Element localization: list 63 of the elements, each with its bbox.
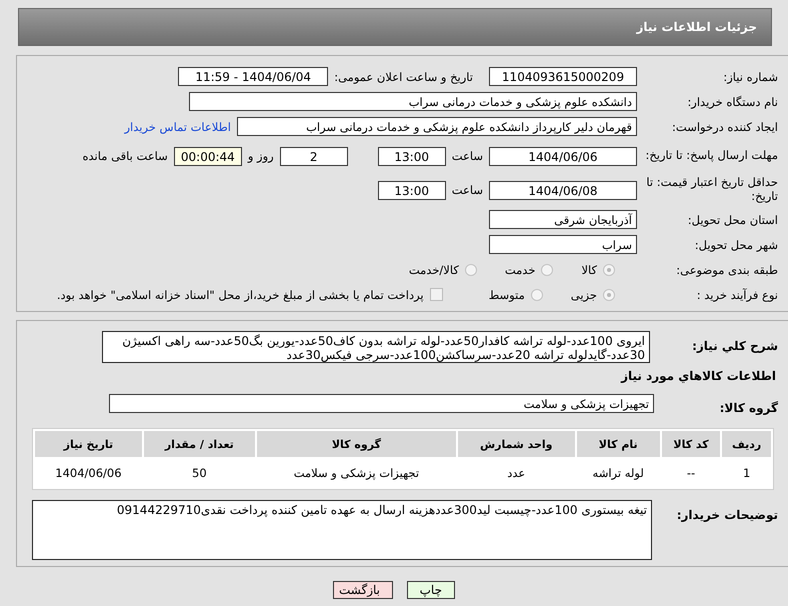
deadline-date-field: 1404/06/06	[489, 146, 637, 166]
buyer-notes-textarea[interactable]: تیغه بیستوری 100عدد-چیسبت لید300عددهزینه ارسال به عهده تامین کننده پرداخت نقدی09144229710	[32, 500, 652, 560]
page-title: جزئیات اطلاعات نیاز	[636, 20, 757, 34]
announce-date-field: 1404/06/04 - 11:59	[178, 67, 328, 86]
column-header: کد کالا	[662, 431, 720, 457]
radio-label: جزیی	[570, 288, 597, 302]
column-header: تاریخ نیاز	[35, 431, 142, 457]
field-label: ساعت باقی مانده	[82, 149, 168, 163]
validity-time-field: 13:00	[378, 180, 446, 200]
print-button[interactable]: چاپ	[407, 581, 455, 599]
column-header: ردیف	[722, 431, 771, 457]
table-cell-text: عدد	[506, 464, 526, 482]
column-header: نام کالا	[576, 431, 660, 457]
radio-label: کالا/خدمت	[408, 262, 459, 276]
table-cell-text: 1	[742, 464, 752, 482]
city-field: سراب	[489, 235, 637, 254]
table-cell-text: لوله تراشه	[592, 464, 645, 482]
deadline-time-field: 13:00	[378, 146, 446, 166]
radio-label: کالا	[581, 262, 597, 276]
validity-date-field: 1404/06/08	[489, 180, 637, 200]
table-cell-text: --	[686, 464, 696, 482]
radio-label: متوسط	[488, 288, 525, 302]
table-cell-text: 50	[191, 464, 208, 482]
checkbox[interactable]	[430, 288, 443, 301]
radio-button[interactable]	[530, 288, 543, 300]
field-label: توضیحات خریدار:	[676, 507, 779, 522]
field-label: ساعت	[452, 149, 483, 163]
field-label: نام دستگاه خریدار:	[686, 94, 779, 108]
column-header: واحد شمارش	[458, 431, 575, 457]
field-label: نوع فرآیند خرید :	[696, 288, 779, 302]
buyer-contact-link[interactable]: اطلاعات تماس خریدار	[124, 120, 231, 134]
buyer-field: دانشکده علوم پزشکی و خدمات درمانی سراب	[189, 92, 637, 111]
days-field: 2	[280, 146, 348, 166]
field-label: استان محل تحویل:	[686, 212, 779, 226]
field-label: طبقه بندی موضوعی:	[675, 262, 779, 276]
creator-field: قهرمان دلیر کارپرداز دانشکده علوم پزشکی و خدمات درمانی سراب	[237, 117, 637, 136]
field-label: شهر محل تحویل:	[694, 238, 779, 252]
section-heading: اطلاعات کالاهاي مورد نياز	[620, 369, 776, 383]
field-label: گروه کالا:	[718, 400, 779, 414]
column-header: گروه کالا	[256, 431, 456, 457]
field-label: شماره نیاز:	[722, 70, 779, 84]
back-button[interactable]: بازگشت	[333, 581, 393, 599]
radio-label: خدمت	[504, 262, 536, 276]
field-label: حداقل تاریخ اعتبار قیمت: تا تاریخ:	[645, 176, 779, 204]
radio-button[interactable]	[541, 264, 554, 276]
field-label: ایجاد کننده درخواست:	[671, 120, 779, 134]
remaining-time-field: 00:00:44	[174, 146, 242, 166]
table-cell-text: 1404/06/06	[54, 464, 123, 482]
description-textarea[interactable]: ایروی 100عدد-لوله تراشه کافدار50عدد-لوله تراشه بدون کاف50عدد-یورین بگ50عدد-سه راهی اکسیژن 30عدد-گایدلوله تراشه 20عدد-سرساکشن100عدد-سرجی فیکس30عدد	[102, 331, 650, 363]
radio-button[interactable]	[603, 264, 615, 276]
field-label: ساعت	[452, 183, 483, 197]
goods-group-field: تجهیزات پزشکی و سلامت	[109, 394, 654, 413]
province-field: آذربایجان شرقی	[489, 210, 637, 229]
radio-button[interactable]	[464, 264, 477, 276]
field-label: روز و	[248, 149, 274, 163]
field-label: تاریخ و ساعت اعلان عمومی:	[334, 70, 473, 84]
field-label: مهلت ارسال پاسخ: تا تاریخ:	[644, 149, 779, 163]
need-number-field: 1104093615000209	[489, 67, 637, 86]
field-label: شرح کلي نياز:	[691, 338, 779, 353]
table-cell-text: تجهیزات پزشکی و سلامت	[292, 464, 420, 482]
radio-button[interactable]	[603, 288, 615, 300]
column-header: تعداد / مقدار	[144, 431, 255, 457]
checkbox-label: پرداخت تمام یا بخشی از مبلغ خرید،از محل "اسناد خزانه اسلامی" خواهد بود.	[56, 288, 424, 302]
